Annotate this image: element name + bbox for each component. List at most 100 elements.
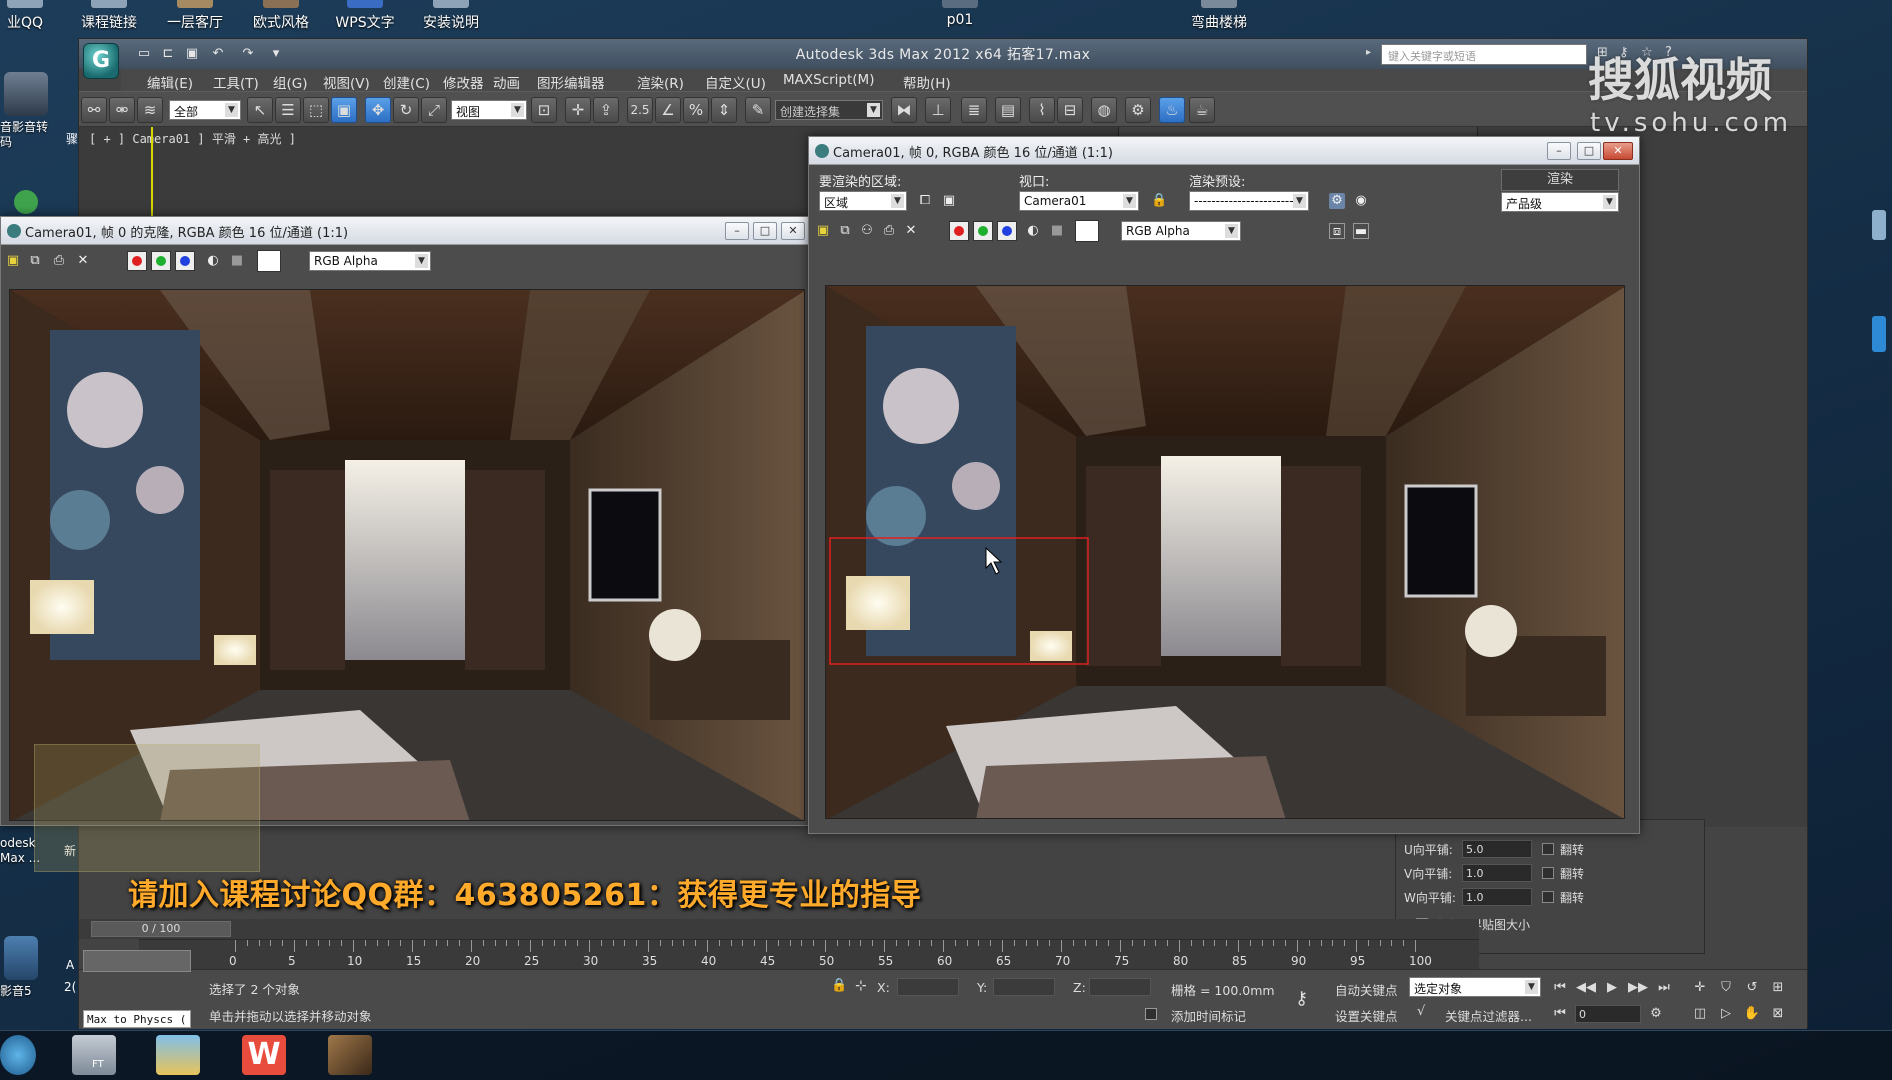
menu-help[interactable]: 帮助(H)	[903, 72, 951, 92]
desktop-icon-media-player[interactable]: 影音5	[0, 936, 58, 999]
clone-window-icon[interactable]: ⚇	[859, 223, 875, 239]
y-coord-input[interactable]	[993, 978, 1055, 996]
snaps-toggle-button[interactable]: 2.5	[627, 97, 653, 123]
red-channel-toggle[interactable]	[949, 221, 969, 241]
time-config-icon[interactable]: ⚙	[1645, 1004, 1667, 1024]
select-by-name-button[interactable]: ☰	[275, 97, 301, 123]
key-mode-dropdown[interactable]: 选定对象 ▼	[1409, 977, 1541, 997]
graphite-button[interactable]: ▤	[995, 97, 1021, 123]
mini-listener-icon[interactable]	[83, 950, 191, 972]
fb-channel-dropdown[interactable]: RGB Alpha ▼	[1121, 221, 1241, 241]
lock-icon[interactable]: 🔒	[831, 978, 847, 993]
set-key-button[interactable]: 设置关键点	[1335, 1006, 1398, 1025]
menu-animation[interactable]: 动画	[493, 72, 520, 92]
menu-customize[interactable]: 自定义(U)	[705, 72, 766, 92]
v-tile-spinner[interactable]: 1.0	[1462, 864, 1532, 882]
copy-image-icon[interactable]: ⧉	[837, 223, 853, 239]
minimize-button[interactable]: –	[1547, 142, 1571, 160]
maximize-viewport-icon[interactable]: ⊞	[1767, 978, 1789, 998]
add-time-tag-button[interactable]: 添加时间标记	[1171, 1006, 1246, 1025]
play-icon[interactable]: ▶	[1601, 978, 1623, 998]
menu-modifiers[interactable]: 修改器	[443, 72, 484, 92]
region-select-button[interactable]: ⬚	[303, 97, 329, 123]
curve-editor-button[interactable]: ⌇	[1029, 97, 1055, 123]
render-area-dropdown[interactable]: 区域 ▼	[819, 191, 907, 211]
mono-toggle-icon[interactable]: ■	[229, 253, 245, 269]
alpha-toggle-icon[interactable]: ◐	[205, 253, 221, 269]
viewport-label[interactable]: [ + ] Camera01 ] 平滑 + 高光 ]	[89, 130, 296, 147]
zoom-all-icon[interactable]: ⛉	[1715, 978, 1737, 998]
render-production-button[interactable]: ☕	[1189, 97, 1215, 123]
window-crossing-button[interactable]: ▣	[331, 97, 357, 123]
blue-channel-toggle[interactable]	[175, 251, 195, 271]
time-tag-checkbox[interactable]	[1145, 1008, 1157, 1020]
fb-clone-render-image[interactable]	[9, 289, 805, 821]
desktop-edge-icon[interactable]	[1872, 316, 1886, 352]
pivot-center-button[interactable]: ⊡	[531, 97, 557, 123]
desktop-icon-p01[interactable]: p01	[930, 0, 990, 34]
mirror-button[interactable]: ⧓	[891, 97, 917, 123]
time-slider-thumb[interactable]: 0 / 100	[91, 921, 231, 937]
maximize-button[interactable]: □	[753, 222, 777, 240]
auto-region-icon[interactable]: ▣	[941, 193, 957, 209]
next-frame-icon[interactable]: ▶▶	[1627, 978, 1649, 998]
maximize-button[interactable]: □	[1577, 142, 1601, 160]
menu-graph-editors[interactable]: 图形编辑器	[537, 72, 605, 92]
menu-create[interactable]: 创建(C)	[383, 72, 430, 92]
time-slider[interactable]: 0 / 100	[79, 919, 1479, 939]
image-viewer-icon[interactable]	[328, 1035, 372, 1075]
prev-frame-icon[interactable]: ◀◀	[1575, 978, 1597, 998]
background-color-swatch[interactable]	[1075, 220, 1099, 242]
desktop-icon-wps-writer[interactable]: WPS文字	[322, 0, 408, 34]
environment-icon[interactable]: ◉	[1353, 193, 1369, 209]
desktop-icon-euro-style[interactable]: 欧式风格	[238, 0, 324, 34]
percent-snap-button[interactable]: %	[683, 97, 709, 123]
selection-filter-dropdown[interactable]: 全部 ▼	[169, 100, 241, 120]
orbit-icon[interactable]: ↺	[1741, 978, 1763, 998]
keyboard-shortcut-button[interactable]: ⇪	[593, 97, 619, 123]
close-button[interactable]: ✕	[781, 222, 805, 240]
blue-channel-toggle[interactable]	[997, 221, 1017, 241]
green-channel-toggle[interactable]	[151, 251, 171, 271]
alpha-toggle-icon[interactable]: ◐	[1025, 223, 1041, 239]
chevron-right-icon[interactable]: ▸	[1366, 47, 1371, 58]
layer-manager-button[interactable]: ≣	[961, 97, 987, 123]
clear-icon[interactable]: ✕	[903, 223, 919, 239]
key-filters-button[interactable]: 关键点过滤器...	[1445, 1006, 1532, 1025]
schematic-view-button[interactable]: ⊟	[1057, 97, 1083, 123]
help-search-input[interactable]: 键入关键字或短语	[1381, 44, 1587, 65]
u-tile-spinner[interactable]: 5.0	[1462, 840, 1532, 858]
select-object-button[interactable]: ↖	[247, 97, 273, 123]
key-mode-toggle-icon[interactable]: ⏮	[1549, 1004, 1571, 1024]
save-image-icon[interactable]: ▣	[815, 223, 831, 239]
viewport-dropdown[interactable]: Camera01 ▼	[1019, 191, 1139, 211]
save-image-icon[interactable]: ▣	[5, 253, 21, 269]
desktop-icon-qq[interactable]: 业QQ	[0, 0, 50, 34]
unlink-button[interactable]: ⚮	[109, 97, 135, 123]
z-coord-input[interactable]	[1089, 978, 1151, 996]
menu-maxscript[interactable]: MAXScript(M)	[783, 72, 874, 88]
red-channel-toggle[interactable]	[127, 251, 147, 271]
field-of-view-icon[interactable]: ⊠	[1767, 1004, 1789, 1024]
copy-image-icon[interactable]: ⧉	[27, 253, 43, 269]
align-button[interactable]: ⊥	[925, 97, 951, 123]
clear-icon[interactable]: ✕	[75, 253, 91, 269]
current-frame-spinner[interactable]: 0	[1575, 1005, 1641, 1023]
close-button[interactable]: ✕	[1603, 142, 1633, 160]
settings-gear-icon[interactable]	[0, 1035, 36, 1075]
v-flip-checkbox[interactable]	[1542, 867, 1554, 879]
bind-spacewarp-button[interactable]: ≋	[137, 97, 163, 123]
render-setup-button[interactable]: ⚙	[1125, 97, 1151, 123]
reference-coordinate-dropdown[interactable]: 视图 ▼	[451, 100, 527, 120]
green-app-icon[interactable]	[14, 190, 38, 214]
print-icon[interactable]: ⎙	[51, 253, 67, 269]
edit-region-icon[interactable]: ⧠	[917, 193, 933, 209]
toggle-overlay-icon[interactable]: ▬	[1353, 223, 1369, 239]
fb-render-image[interactable]	[825, 285, 1625, 819]
desktop-edge-icon[interactable]	[1872, 210, 1886, 240]
desktop-icon-living-room[interactable]: 一层客厅	[152, 0, 238, 34]
walkthrough-icon[interactable]: ▷	[1715, 1004, 1737, 1024]
toggle-ui-icon[interactable]: ⧈	[1329, 223, 1345, 239]
print-icon[interactable]: ⎙	[881, 223, 897, 239]
mono-toggle-icon[interactable]: ■	[1049, 223, 1065, 239]
